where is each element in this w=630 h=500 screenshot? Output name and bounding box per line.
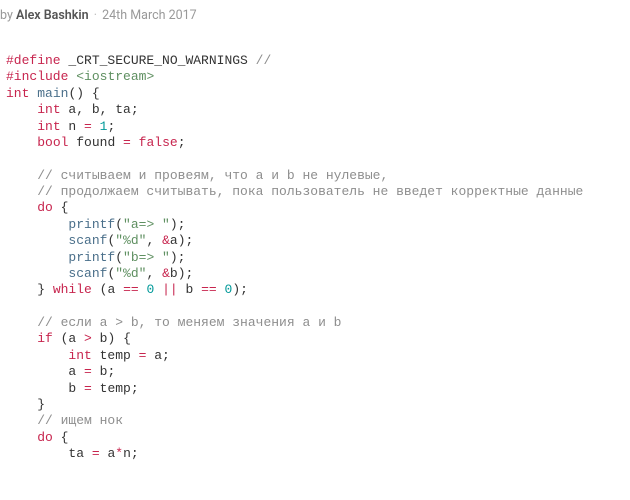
op-eqeq: == — [123, 282, 139, 297]
arg: a); — [170, 233, 193, 248]
cond: (a — [53, 331, 84, 346]
fn-scanf: scanf — [68, 266, 107, 281]
punct: , — [146, 233, 162, 248]
sp — [92, 119, 100, 134]
keyword-int: int — [68, 348, 91, 363]
macro: _CRT_SECURE_NO_WARNINGS — [68, 53, 247, 68]
var: n — [61, 119, 84, 134]
keyword-if: if — [37, 331, 53, 346]
op-gt: > — [84, 331, 92, 346]
directive: #include — [6, 69, 68, 84]
cond: b) { — [92, 331, 131, 346]
comment: // — [256, 53, 272, 68]
punct: { — [53, 200, 69, 215]
decl: a, b, ta; — [61, 102, 139, 117]
punct: ; — [107, 119, 115, 134]
cond: (a — [92, 282, 123, 297]
punct: ); — [232, 282, 248, 297]
punct: () { — [68, 86, 99, 101]
keyword-int: int — [6, 86, 29, 101]
op-or: || — [162, 282, 178, 297]
expr: a; — [146, 348, 169, 363]
by-label: by — [0, 8, 13, 23]
keyword-int: int — [37, 102, 60, 117]
punct: ); — [170, 217, 186, 232]
string: "%d" — [115, 233, 146, 248]
fn-printf: printf — [68, 217, 115, 232]
code-block: #define _CRT_SECURE_NO_WARNINGS // #incl… — [0, 53, 630, 462]
author-link[interactable]: Alex Bashkin — [16, 8, 89, 23]
expr: b; — [92, 364, 115, 379]
op-eq: = — [84, 381, 92, 396]
string: "%d" — [115, 266, 146, 281]
comment: // продолжаем считывать, пока пользовате… — [37, 184, 583, 199]
directive: #define — [6, 53, 61, 68]
expr: n; — [123, 446, 139, 461]
punct: ( — [115, 250, 123, 265]
include-target: <iostream> — [76, 69, 154, 84]
comment: // ищем нок — [37, 413, 123, 428]
comment: // если a > b, то меняем значения a и b — [37, 315, 341, 330]
string: "b=> " — [123, 250, 170, 265]
op-eq: = — [123, 135, 131, 150]
var: temp — [92, 348, 139, 363]
op-eq: = — [84, 119, 92, 134]
var: ta — [68, 446, 91, 461]
dot-separator: · — [94, 8, 97, 23]
var: found — [68, 135, 123, 150]
punct: ( — [115, 217, 123, 232]
var: b — [68, 381, 84, 396]
punct: , — [146, 266, 162, 281]
comment: // считываем и провеям, что а и b не нул… — [37, 168, 388, 183]
arg: b); — [170, 266, 193, 281]
punct: } — [37, 397, 45, 412]
punct: } — [37, 282, 53, 297]
op-amp: & — [162, 266, 170, 281]
sp — [131, 135, 139, 150]
op-mul: * — [115, 446, 123, 461]
fn-scanf: scanf — [68, 233, 107, 248]
sp — [217, 282, 225, 297]
punct: ); — [170, 250, 186, 265]
sp — [154, 282, 162, 297]
fn-main: main — [37, 86, 68, 101]
post-date: 24th March 2017 — [102, 8, 197, 23]
keyword-while: while — [53, 282, 92, 297]
punct: { — [53, 430, 69, 445]
fn-printf: printf — [68, 250, 115, 265]
punct: ; — [178, 135, 186, 150]
keyword-int: int — [37, 119, 60, 134]
op-amp: & — [162, 233, 170, 248]
keyword-do: do — [37, 200, 53, 215]
string: "a=> " — [123, 217, 170, 232]
post-meta: by Alex Bashkin · 24th March 2017 — [0, 0, 630, 53]
keyword-bool: bool — [37, 135, 68, 150]
expr: temp; — [92, 381, 139, 396]
cond: b — [178, 282, 201, 297]
bool-false: false — [139, 135, 178, 150]
op-eqeq: == — [201, 282, 217, 297]
op-eq: = — [92, 446, 100, 461]
var: a — [68, 364, 84, 379]
op-eq: = — [84, 364, 92, 379]
expr: a — [100, 446, 116, 461]
keyword-do: do — [37, 430, 53, 445]
